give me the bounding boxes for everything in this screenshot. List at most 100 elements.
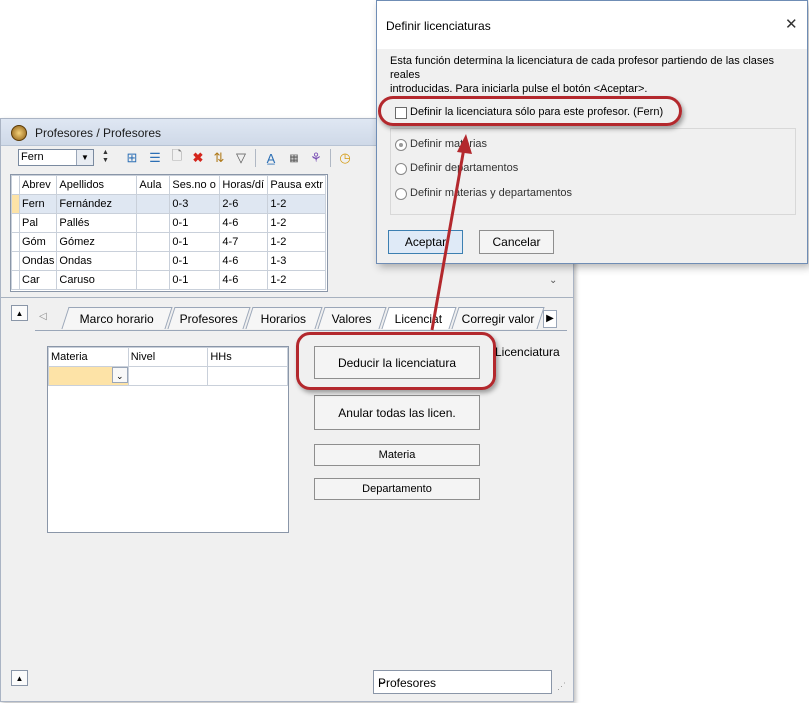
tab-licenciatura[interactable]: Licenciat [381, 307, 457, 329]
tab-valores[interactable]: Valores [317, 307, 387, 329]
new-document-icon[interactable]: 🗋 [168, 148, 186, 167]
materia-cell[interactable]: ⌄ [48, 366, 129, 386]
chevron-down-icon[interactable]: ▼ [76, 150, 93, 165]
radio-definir-departamentos[interactable] [395, 163, 407, 175]
teacher-select[interactable]: Fern ▼ [18, 149, 94, 166]
row-indicator[interactable] [11, 270, 20, 290]
radio-definir-materias-y-departamentos[interactable] [395, 188, 407, 200]
filter-icon[interactable]: ▽ [232, 149, 250, 167]
table-cell[interactable]: Pal [18, 213, 58, 233]
grid-add-icon[interactable]: ⊞ [123, 149, 141, 167]
teachers-grid[interactable]: Abrev Apellidos Aula Ses.no o Horas/dí P… [10, 174, 328, 292]
table-cell[interactable]: Caruso [56, 270, 138, 290]
table-cell[interactable]: 2-6 [219, 194, 269, 214]
chevron-down-icon[interactable]: ⌄ [111, 367, 128, 383]
table-cell[interactable]: Fernández [56, 194, 138, 214]
column-header[interactable]: Abrev [18, 175, 58, 195]
list-icon[interactable]: ☰ [146, 149, 164, 167]
close-icon[interactable]: ✕ [785, 15, 798, 33]
table-cell[interactable]: 4-6 [219, 270, 269, 290]
tab-corregir-valor[interactable]: Corregir valor [451, 307, 545, 329]
chevron-down-icon[interactable]: ⌄ [378, 676, 547, 687]
table-cell[interactable]: Fern [18, 194, 58, 214]
table-icon[interactable]: ▦ [285, 149, 303, 167]
table-row[interactable]: Pal Pallés 0-1 4-6 1-2 [11, 213, 327, 233]
text-edit-icon[interactable]: A̲ [262, 149, 280, 167]
scroll-down-icon[interactable]: ⌄ [549, 275, 557, 286]
column-header[interactable]: HHs [207, 347, 288, 367]
table-cell[interactable]: Pallés [56, 213, 138, 233]
table-row[interactable]: Ondas Ondas 0-1 4-6 1-3 [11, 251, 327, 271]
table-cell[interactable]: Góm [18, 232, 58, 252]
table-cell[interactable]: 0-1 [169, 232, 221, 252]
table-cell[interactable]: 0-1 [169, 213, 221, 233]
subjects-grid[interactable]: Materia Nivel HHs ⌄ [47, 346, 289, 533]
sort-icon[interactable]: ⇅ [210, 149, 228, 167]
radio-definir-materias[interactable] [395, 139, 407, 151]
dialog-description: Esta función determina la licenciatura d… [390, 54, 800, 96]
table-cell[interactable] [136, 232, 171, 252]
row-indicator[interactable] [11, 213, 20, 233]
row-indicator[interactable] [11, 194, 20, 214]
table-row[interactable]: ⌄ [48, 366, 288, 386]
table-cell[interactable] [136, 270, 171, 290]
row-indicator[interactable] [11, 232, 20, 252]
table-cell[interactable]: Gómez [56, 232, 138, 252]
table-cell[interactable] [136, 251, 171, 271]
view-select[interactable]: Profesores ⌄ [373, 670, 552, 694]
clock-icon[interactable]: ◷ [336, 149, 354, 167]
departamento-button[interactable]: Departamento [314, 478, 480, 500]
table-cell[interactable] [127, 366, 209, 386]
table-cell[interactable]: 1-2 [267, 194, 327, 214]
table-cell[interactable]: 4-6 [219, 251, 269, 271]
table-cell[interactable]: Ondas [18, 251, 58, 271]
column-header[interactable]: Materia [48, 347, 129, 367]
resize-grip-icon[interactable]: ⋰ [557, 681, 566, 692]
collapse-up-icon[interactable]: ▲ [11, 670, 28, 686]
table-cell[interactable]: 1-2 [267, 270, 327, 290]
definir-licenciaturas-dialog: Definir licenciaturas ✕ Esta función det… [376, 0, 808, 264]
table-cell[interactable] [207, 366, 288, 386]
column-header[interactable]: Pausa extr [267, 175, 327, 195]
table-cell[interactable]: 1-2 [267, 213, 327, 233]
table-cell[interactable]: Car [18, 270, 58, 290]
cancelar-button[interactable]: Cancelar [479, 230, 554, 254]
toolbar-separator [255, 149, 256, 167]
window-title: Profesores / Profesores [35, 126, 162, 140]
table-cell[interactable]: 1-2 [267, 232, 327, 252]
column-header[interactable]: Horas/dí [219, 175, 269, 195]
table-cell[interactable]: 0-3 [169, 194, 221, 214]
table-cell[interactable]: 0-1 [169, 270, 221, 290]
tab-horarios[interactable]: Horarios [245, 307, 323, 329]
table-cell[interactable]: 0-1 [169, 251, 221, 271]
row-indicator[interactable] [11, 251, 20, 271]
column-header[interactable]: Apellidos [56, 175, 138, 195]
table-cell[interactable]: Ondas [56, 251, 138, 271]
table-row[interactable]: Góm Gómez 0-1 4-7 1-2 [11, 232, 327, 252]
tab-scroll-right-icon[interactable]: ▶ [543, 310, 557, 328]
table-row[interactable]: Car Caruso 0-1 4-6 1-2 [11, 270, 327, 290]
table-cell[interactable]: 4-6 [219, 213, 269, 233]
tab-label: Horarios [261, 311, 307, 326]
table-row[interactable]: Fern Fernández 0-3 2-6 1-2 [11, 194, 327, 214]
materia-button[interactable]: Materia [314, 444, 480, 466]
anular-licencias-button[interactable]: Anular todas las licen. [314, 395, 480, 430]
spinner-icon[interactable]: ▲ ▼ [102, 149, 109, 165]
tab-scroll-left-icon[interactable]: ◁ [39, 311, 47, 322]
collapse-up-icon[interactable]: ▲ [11, 305, 28, 321]
table-cell[interactable]: 1-3 [267, 251, 327, 271]
splitter[interactable] [1, 297, 573, 298]
tab-profesores[interactable]: Profesores [167, 307, 251, 329]
aceptar-button[interactable]: Aceptar [388, 230, 463, 254]
highlight-oval [296, 332, 496, 390]
column-header[interactable]: Ses.no o [169, 175, 221, 195]
table-cell[interactable] [136, 194, 171, 214]
column-header[interactable]: Aula [136, 175, 171, 195]
tab-marco-horario[interactable]: Marco horario [61, 307, 173, 329]
table-cell[interactable] [136, 213, 171, 233]
subjects-table: Materia Nivel HHs ⌄ [48, 347, 288, 386]
delete-icon[interactable]: ✖ [189, 149, 207, 167]
people-icon[interactable]: ⚘ [307, 149, 325, 167]
table-cell[interactable]: 4-7 [219, 232, 269, 252]
column-header[interactable]: Nivel [127, 347, 209, 367]
